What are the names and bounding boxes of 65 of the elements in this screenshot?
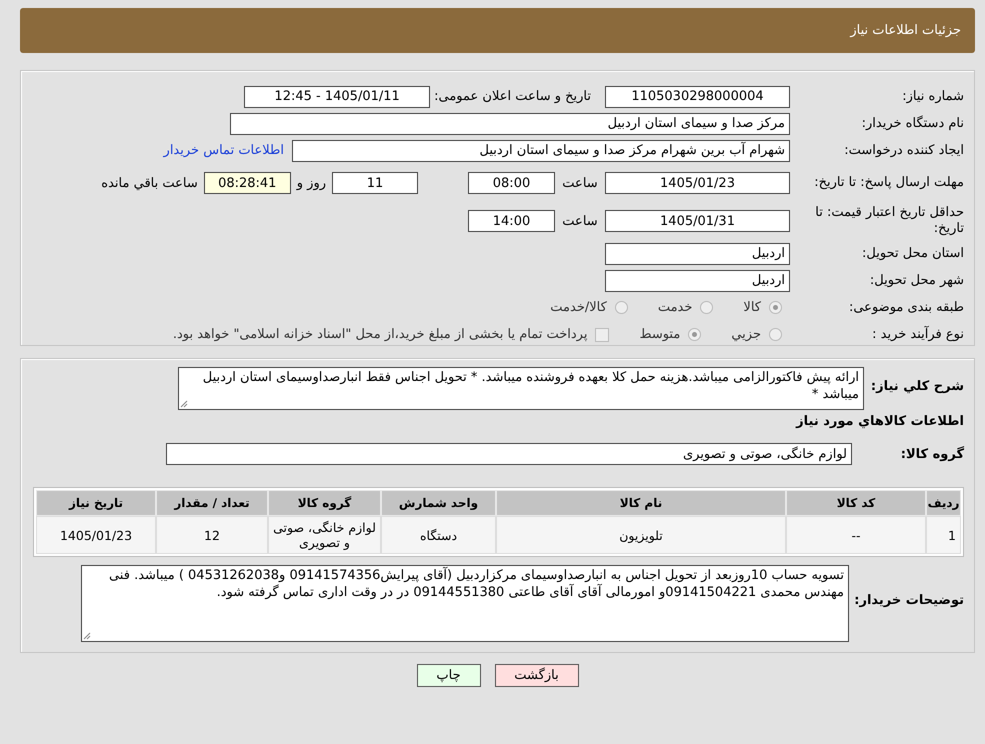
radio-label: جزيي [731,327,761,342]
radio-button[interactable] [769,328,782,341]
field-label: مهلت ارسال پاسخ: تا تاریخ: [813,175,964,191]
requester-field: شهرام آب برین شهرام مرکز صدا و سیمای استان اردبیل [292,140,790,162]
announce-date-field: 1405/01/11 - 12:45 [244,86,430,108]
need-number-field: 1105030298000004 [605,86,790,108]
reply-time-field: 08:00 [468,172,555,194]
column-header: تاریخ نیاز [36,490,156,516]
buyer-org-field: مرکز صدا و سیمای استان اردبیل [230,112,790,134]
radio-label: خدمت [658,300,692,315]
days-field: 11 [332,172,418,194]
field-label: استان محل تحویل: [861,246,964,261]
field-label: نام دستگاه خریدار: [860,116,964,131]
field-label: ایجاد کننده درخواست: [843,143,964,158]
field-label: شهر محل تحویل: [868,273,964,288]
column-header: ردیف [926,490,961,516]
checkbox-label: پرداخت تمام یا بخشی از مبلغ خرید،از محل "اسناد خزانه اسلامی" خواهد بود. [172,327,588,342]
column-header: کد کالا [786,490,926,516]
field-label: نوع فرآیند خرید : [871,327,964,342]
field-label: طبقه بندی موضوعی: [848,300,964,315]
page-title: جزئیات اطلاعات نیاز [850,23,961,38]
radio-button[interactable] [614,301,628,314]
table-cell: تلویزیون [496,516,786,554]
province-field: اردبیل [605,242,790,264]
description-field: ارائه پیش فاکتورالزامی میباشد.هزینه حمل کلا بعهده فروشنده میباشد. * تحویل اجناس فقط انبارصداوسیمای استان اردبیل میباشد * [178,367,864,410]
table-cell: 1 [926,516,961,554]
column-header: واحد شمارش [381,490,496,516]
radio-label: کالا/خدمت [550,300,607,315]
days-label: روز و [296,176,326,190]
back-button[interactable]: بازگشت [494,664,578,687]
table-cell: لوازم خانگی، صوتی و تصویری [268,516,381,554]
field-label: توضیحات خریدار: [853,592,964,608]
column-header: گروه کالا [268,490,381,516]
remaining-time-field: 08:28:41 [204,172,291,194]
section-title: اطلاعات کالاهاي مورد نياز [794,414,964,429]
city-field: اردبیل [605,270,790,292]
remaining-label: ساعت باقي مانده [101,176,198,190]
table-cell: 1405/01/23 [36,516,156,554]
table-cell: 12 [156,516,268,554]
checkbox[interactable] [595,328,610,342]
goods-group-field: لوازم خانگی، صوتی و تصویری [166,443,852,465]
resize-grip-icon [180,400,188,408]
time-label: ساعت [561,214,599,228]
print-button[interactable]: چاپ [416,664,480,687]
column-header: نام کالا [496,490,786,516]
table-cell: -- [786,516,926,554]
field-label: حداقل تاریخ اعتبار قیمت: تا تاریخ: [814,205,964,237]
validity-date-field: 1405/01/31 [605,210,790,232]
table-cell: دستگاه [381,516,496,554]
time-label: ساعت [561,176,599,190]
field-label: شماره نیاز: [901,89,964,104]
resize-grip-icon [83,632,91,640]
validity-time-field: 14:00 [468,210,555,232]
radio-button[interactable] [688,328,702,341]
reply-date-field: 1405/01/23 [605,172,790,194]
buyer-notes-field: تسویه حساب 10روزبعد از تحویل اجناس به انبارصداوسیمای مرکزاردبیل (آقای پیرایش09141574356 و04531262038 ) میباشد. فنی مهندس محمدی 09141504221و امورمالی آقای آقای طاعتی 09144551380 در در وقت اداری تماس گرفته شود. [81,565,849,642]
column-header: تعداد / مقدار [156,490,268,516]
field-label: گروه کالا: [900,446,964,462]
radio-label: کالا [743,300,761,315]
buyer-contact-link[interactable]: اطلاعات تماس خریدار [164,143,284,158]
radio-label: متوسط [639,327,680,342]
field-label: شرح کلي نیاز: [870,378,964,394]
field-label: تاریخ و ساعت اعلان عمومی: [434,89,591,104]
radio-button[interactable] [700,301,714,314]
radio-button[interactable] [769,301,782,314]
